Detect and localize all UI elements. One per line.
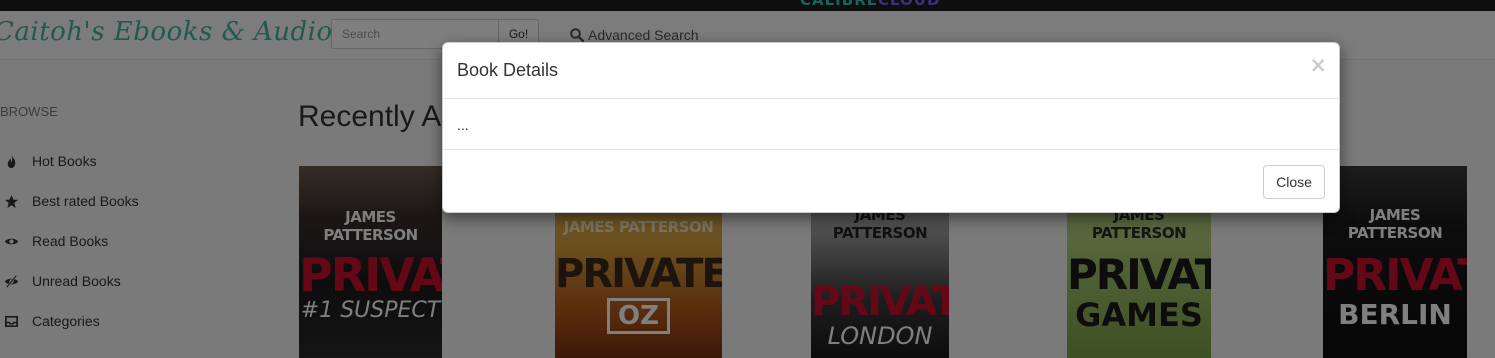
modal-body: ... <box>443 99 1339 150</box>
modal-title: Book Details <box>457 60 559 80</box>
book-details-modal: Book Details × ... Close <box>442 42 1340 213</box>
modal-close-icon[interactable]: × <box>1309 55 1327 76</box>
close-button[interactable]: Close <box>1263 165 1325 199</box>
modal-header: Book Details × <box>443 43 1339 99</box>
